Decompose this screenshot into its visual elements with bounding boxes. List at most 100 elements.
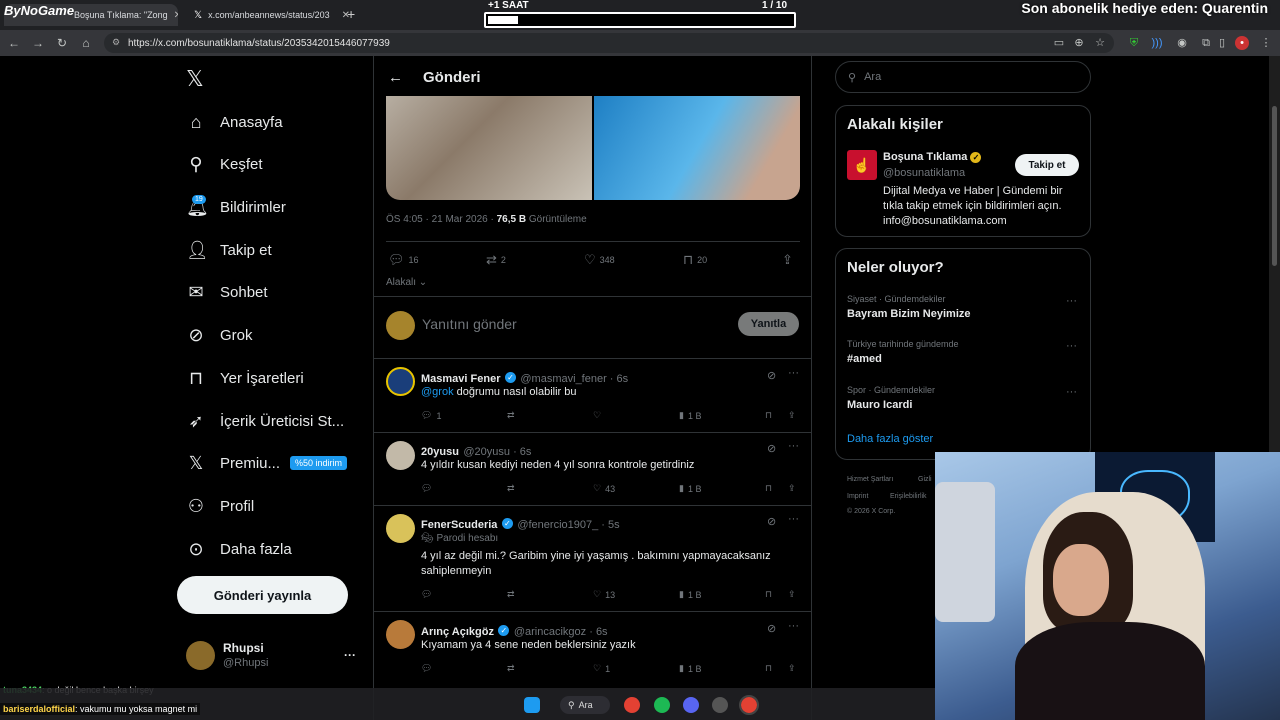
share-icon[interactable]: ⇪ [788,663,796,674]
spotify-icon[interactable] [654,697,670,713]
views-action[interactable]: ▮ 1 B [679,589,701,600]
browser-tab[interactable]: 𝕏 x.com/anbeannews/status/203 ✕ [186,4,358,26]
profile-avatar-icon[interactable]: • [1235,36,1249,50]
windows-start-icon[interactable] [524,697,540,713]
chrome-active-icon[interactable] [739,695,759,715]
grok-icon[interactable]: ⊘ [767,622,776,635]
reply-button[interactable]: Yanıtla [738,312,799,336]
back-icon[interactable]: ← [2,36,26,50]
like-action[interactable]: ♡ 1 [593,663,610,674]
mention-link[interactable]: @grok [421,386,454,398]
more-options-icon[interactable]: ··· [788,367,799,379]
reply-action[interactable]: 💬︎ 1 [421,410,441,421]
show-more-link[interactable]: Daha fazla göster [847,433,933,445]
reply-action[interactable]: 💬︎ [421,663,432,674]
sidebar-item-bookmarks[interactable]: ⊓ Yer İşaretleri [186,363,304,393]
post-timestamp[interactable]: ÖS 4:05 · 21 Mar 2026 · [386,214,497,225]
zoom-icon[interactable]: ⊕ [1072,36,1086,50]
post-image-glove[interactable] [594,96,800,200]
taskbar-search[interactable]: ⚲ Ara [560,696,610,714]
bookmark-icon[interactable]: ⊓ [765,663,772,674]
grok-icon[interactable]: ⊘ [767,515,776,528]
post-button[interactable]: Gönderi yayınla [177,576,348,614]
audio-extension-icon[interactable]: ))) [1150,36,1164,50]
more-options-icon[interactable]: ··· [1066,386,1077,398]
views-action[interactable]: ▮ 1 B [679,410,701,421]
search-input[interactable]: ⚲ Ara [835,61,1091,93]
like-action[interactable]: ♡ 43 [593,483,615,494]
extension-icon[interactable]: ◉ [1175,36,1189,50]
sidebar-item-more[interactable]: ⊙ Daha fazla [186,534,291,564]
discord-icon[interactable] [683,697,699,713]
sidebar-item-home[interactable]: ⌂ Anasayfa [186,107,283,137]
menu-icon[interactable]: ⋮ [1259,36,1273,50]
shield-extension-icon[interactable]: ⛨ [1127,36,1141,50]
sidebar-item-chat[interactable]: ✉ Sohbet [186,277,267,307]
more-options-icon[interactable]: ··· [1066,295,1077,307]
cast-icon[interactable]: ▭ [1052,36,1066,50]
close-tab-icon[interactable]: ✕ [174,10,178,21]
related-account[interactable]: Boşuna Tıklama ✓ [883,151,982,163]
chrome-icon[interactable] [624,697,640,713]
sidebar-item-grok[interactable]: ⊘ Grok [186,320,252,350]
repost-action[interactable]: ⇄ [507,483,515,494]
bookmark-icon[interactable]: ⊓ [765,589,772,600]
like-action[interactable]: ♡ 348 [584,252,615,268]
more-options-icon[interactable]: ··· [788,620,799,632]
more-options-icon[interactable]: ··· [1066,340,1077,352]
account-avatar-icon[interactable]: ☝ [847,150,877,180]
share-icon[interactable]: ⇪ [788,589,796,600]
trend-item[interactable]: Mauro Icardi [847,399,912,411]
like-action[interactable]: ♡ [593,410,601,421]
share-icon[interactable]: ⇪ [788,410,796,421]
share-action[interactable]: ⇪ [782,252,793,268]
site-info-icon[interactable]: ⚙ [112,37,120,48]
reload-icon[interactable]: ↻ [50,36,74,50]
new-tab-button[interactable]: + [347,6,355,22]
views-action[interactable]: ▮ 1 B [679,663,701,674]
trend-item[interactable]: Bayram Bizim Neyimize [847,308,971,320]
sidebar-icon[interactable]: ▯ [1215,36,1229,50]
reply-sort-dropdown[interactable]: Alakalı ⌄ [386,277,427,288]
footer-link[interactable]: Hizmet Şartları [847,476,893,483]
repost-action[interactable]: ⇄ [507,589,515,600]
views-action[interactable]: ▮ 1 B [679,483,701,494]
sidebar-item-creator-studio[interactable]: ➶ İçerik Üreticisi St... [186,406,344,436]
sidebar-item-explore[interactable]: ⚲ Keşfet [186,149,262,179]
avatar[interactable] [386,367,415,396]
star-icon[interactable]: ☆ [1093,36,1107,50]
reply-action[interactable]: 💬︎ 16 [388,252,419,268]
x-logo-icon[interactable]: 𝕏 [186,66,204,92]
avatar[interactable] [386,441,415,470]
steam-icon[interactable] [712,697,728,713]
sidebar-item-follow[interactable]: 👤︎ Takip et [186,235,272,265]
more-options-icon[interactable]: ··· [788,440,799,452]
reply-action[interactable]: 💬︎ [421,483,432,494]
avatar[interactable] [186,641,215,670]
repost-action[interactable]: ⇄ 2 [486,252,506,268]
puzzle-icon[interactable]: ⧉ [1199,36,1213,50]
like-action[interactable]: ♡ 13 [593,589,615,600]
grok-icon[interactable]: ⊘ [767,442,776,455]
reply-action[interactable]: 💬︎ [421,589,432,600]
reply-input[interactable]: Yanıtını gönder [422,316,517,332]
reply-author[interactable]: FenerScuderia ✓ @fenercio1907_ · 5s [421,515,620,533]
repost-action[interactable]: ⇄ [507,410,515,421]
grok-icon[interactable]: ⊘ [767,369,776,382]
bookmark-action[interactable]: ⊓ 20 [683,252,707,268]
avatar[interactable] [386,514,415,543]
share-icon[interactable]: ⇪ [788,483,796,494]
home-icon[interactable]: ⌂ [74,36,98,50]
more-options-icon[interactable]: ··· [788,513,799,525]
sidebar-item-premium[interactable]: 𝕏 Premiu... [186,448,280,478]
bookmark-icon[interactable]: ⊓ [765,483,772,494]
post-image-cat[interactable] [386,96,592,200]
bookmark-icon[interactable]: ⊓ [765,410,772,421]
sidebar-item-profile[interactable]: ⚇ Profil [186,491,254,521]
forward-icon[interactable]: → [26,36,50,50]
footer-link[interactable]: Imprint [847,493,868,500]
repost-action[interactable]: ⇄ [507,663,515,674]
footer-link[interactable]: Gizli [918,476,932,483]
footer-link[interactable]: Erişilebilirlik [890,493,927,500]
follow-button[interactable]: Takip et [1015,154,1079,176]
